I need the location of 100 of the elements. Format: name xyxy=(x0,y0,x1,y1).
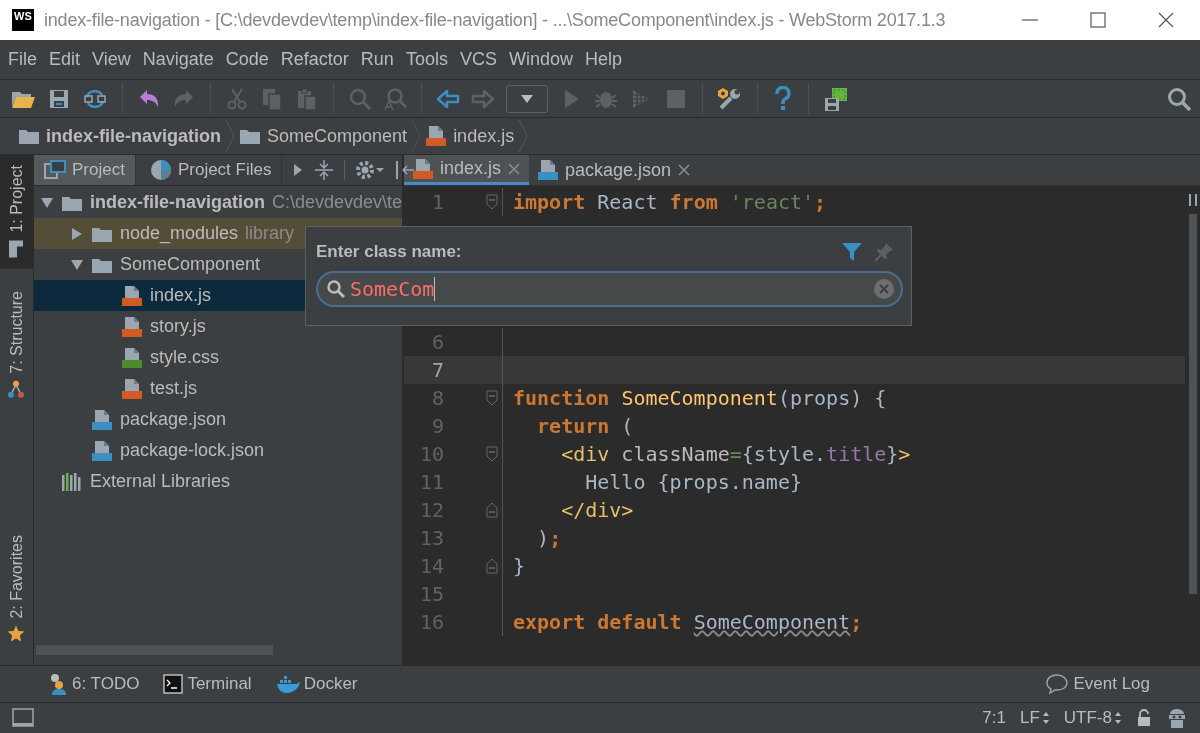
menu-item[interactable]: Navigate xyxy=(136,49,220,70)
json-file-icon xyxy=(537,159,560,181)
hide-panel-icon[interactable] xyxy=(395,159,416,181)
run-configuration-dropdown[interactable] xyxy=(506,84,548,113)
line-number: 16 xyxy=(418,610,444,634)
code-line: } xyxy=(512,554,526,578)
clear-icon[interactable] xyxy=(873,278,895,300)
editor-tab[interactable]: index.js xyxy=(404,155,530,185)
expanded-arrow-icon[interactable] xyxy=(40,196,54,209)
code-line: function SomeComponent(props) { xyxy=(512,386,887,410)
tree-item[interactable]: story.js xyxy=(34,311,402,342)
menu-item[interactable]: Code xyxy=(219,49,275,70)
tool-window-button[interactable]: 7: Structure xyxy=(0,280,33,410)
js-file-icon xyxy=(121,377,143,400)
panel-tab[interactable]: Project Files xyxy=(139,155,283,185)
code-line: return ( xyxy=(536,414,634,438)
css-file-icon xyxy=(121,346,143,369)
terminal-icon xyxy=(163,674,184,694)
tree-item[interactable]: test.js xyxy=(34,373,402,404)
project-icon xyxy=(44,160,66,180)
line-number: 14 xyxy=(418,554,444,578)
breadcrumb-item[interactable]: index.js xyxy=(421,125,519,147)
editor-tab[interactable]: package.json xyxy=(529,155,700,185)
json-file-icon xyxy=(91,439,113,462)
fold-marker-icon[interactable] xyxy=(486,446,498,462)
menu-item[interactable]: Edit xyxy=(43,49,87,70)
tree-item[interactable]: style.css xyxy=(34,342,402,373)
star-icon xyxy=(7,625,26,643)
help-icon[interactable] xyxy=(772,85,794,112)
encoding-selector[interactable]: UTF-8 xyxy=(1063,708,1122,728)
scrollbar-thumb[interactable] xyxy=(1188,214,1197,594)
pause-icon[interactable] xyxy=(1187,194,1198,206)
tree-item[interactable]: package.json xyxy=(34,404,402,435)
window-title: index-file-navigation - [C:\devdevdev\temp\index-file-navigation] - ...\SomeComponent\index.js - WebStorm 2017.1.3 xyxy=(44,9,947,31)
collapsed-arrow-icon[interactable] xyxy=(71,226,83,241)
gear-icon[interactable] xyxy=(355,159,386,181)
line-number: 6 xyxy=(430,330,444,354)
line-number: 13 xyxy=(418,526,444,550)
line-number: 1 xyxy=(430,190,444,214)
tool-window-button[interactable]: 1: Project xyxy=(0,155,33,269)
menu-item[interactable]: Refactor xyxy=(274,49,355,70)
line-number: 9 xyxy=(430,414,444,438)
panel-toggle-icon[interactable] xyxy=(12,708,34,728)
structure-icon xyxy=(7,379,26,400)
wrench-icon[interactable] xyxy=(717,85,743,112)
menu-item[interactable]: Run xyxy=(354,49,400,70)
fold-marker-icon[interactable] xyxy=(486,390,498,406)
menu-item[interactable]: View xyxy=(86,49,137,70)
fold-end-marker-icon[interactable] xyxy=(486,502,498,518)
line-number: 12 xyxy=(418,498,444,522)
caret-position[interactable]: 7:1 xyxy=(982,708,1006,728)
tool-window-button[interactable]: 6: TODO xyxy=(48,673,140,695)
tree-item[interactable]: External Libraries xyxy=(34,466,402,497)
inspector-icon[interactable] xyxy=(1166,706,1188,730)
speech-bubble-icon xyxy=(1045,673,1070,695)
search-icon[interactable] xyxy=(1166,85,1192,112)
fold-marker-icon[interactable] xyxy=(486,194,498,210)
filter-icon[interactable] xyxy=(841,241,863,263)
tool-window-button[interactable]: 2: Favorites xyxy=(0,525,33,653)
tree-item[interactable]: index-file-navigation C:\devdevdev\te xyxy=(34,187,402,218)
menu-item[interactable]: Window xyxy=(502,49,579,70)
up-down-arrows-icon xyxy=(1041,711,1050,725)
code-line: export default SomeComponent; xyxy=(512,610,863,634)
event-log-button[interactable]: Event Log xyxy=(1045,673,1150,695)
padlock-icon[interactable] xyxy=(1136,709,1152,727)
breadcrumb-item[interactable]: index-file-navigation xyxy=(14,125,226,147)
line-number: 15 xyxy=(418,582,444,606)
libraries-icon xyxy=(61,471,83,492)
app-logo: WS xyxy=(12,9,34,31)
expanded-arrow-icon[interactable] xyxy=(70,258,84,271)
tool-window-button[interactable]: Terminal xyxy=(163,674,252,694)
line-separator-selector[interactable]: LF xyxy=(1020,708,1050,728)
tool-window-button[interactable]: Docker xyxy=(275,674,358,694)
tree-item[interactable]: package-lock.json xyxy=(34,435,402,466)
up-down-arrows-icon xyxy=(1114,711,1122,725)
panel-tab[interactable]: Project xyxy=(34,155,136,185)
code-line: Hello {props.name} xyxy=(584,470,802,494)
close-icon[interactable] xyxy=(677,163,692,177)
code-line: </div> xyxy=(560,498,634,522)
menu-item[interactable]: VCS xyxy=(453,49,503,70)
person-icon xyxy=(48,673,68,695)
menu-item[interactable]: Tools xyxy=(399,49,454,70)
class-name-field[interactable]: SomeCom xyxy=(316,271,903,307)
json-file-icon xyxy=(91,408,113,431)
pie-chart-icon xyxy=(149,159,172,181)
chevron-icon xyxy=(225,119,236,153)
code-line: import React from 'react'; xyxy=(512,190,827,214)
caret-icon xyxy=(520,93,534,104)
pin-icon[interactable] xyxy=(873,241,895,263)
fold-end-marker-icon[interactable] xyxy=(486,558,498,574)
collapse-all-icon[interactable] xyxy=(314,158,335,182)
deploy-icon[interactable] xyxy=(823,85,849,112)
code-line: ); xyxy=(536,526,562,550)
chevron-icon xyxy=(518,119,529,153)
menu-item[interactable]: File xyxy=(2,49,43,70)
chevron-icon xyxy=(411,119,422,153)
js-file-icon xyxy=(412,157,434,180)
menu-item[interactable]: Help xyxy=(578,49,628,70)
breadcrumb-item[interactable]: SomeComponent xyxy=(235,125,412,147)
line-number: 10 xyxy=(418,442,444,466)
